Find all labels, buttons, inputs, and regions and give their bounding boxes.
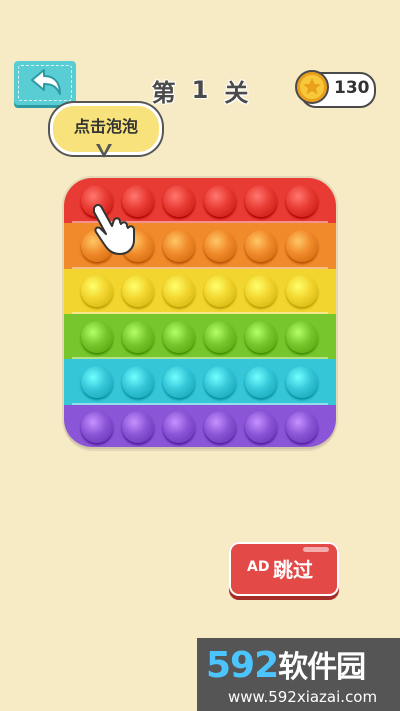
pop-bubble[interactable]: [122, 320, 154, 353]
pop-bubble[interactable]: [204, 275, 236, 308]
pop-bubble[interactable]: [122, 275, 154, 308]
pop-bubble[interactable]: [286, 275, 318, 308]
pointing-hand-icon: [93, 204, 135, 255]
pop-bubble[interactable]: [81, 320, 113, 353]
pop-bubble[interactable]: [245, 184, 277, 217]
hint-text: 点击泡泡: [73, 117, 138, 136]
board-row: [64, 268, 336, 314]
back-button[interactable]: [14, 61, 76, 105]
pop-bubble[interactable]: [245, 275, 277, 308]
level-number: 1: [191, 76, 209, 104]
coin-count: 130: [334, 78, 370, 98]
level-suffix: 关: [224, 78, 249, 107]
watermark-brand: 592软件园: [206, 645, 366, 686]
pop-bubble[interactable]: [81, 411, 113, 444]
pop-bubble[interactable]: [163, 411, 195, 444]
pop-bubble[interactable]: [204, 320, 236, 353]
pop-bubble[interactable]: [286, 320, 318, 353]
coin-star-icon: [295, 70, 329, 104]
pop-bubble[interactable]: [204, 411, 236, 444]
pop-bubble[interactable]: [163, 275, 195, 308]
pop-bubble[interactable]: [245, 411, 277, 444]
pop-bubble[interactable]: [163, 365, 195, 398]
ad-label: AD: [247, 559, 270, 575]
pop-bubble[interactable]: [122, 411, 154, 444]
skip-ad-button[interactable]: AD 跳过: [229, 542, 339, 596]
board-row: [64, 359, 336, 405]
watermark-url: www.592xiazai.com: [228, 688, 378, 706]
pop-bubble[interactable]: [81, 365, 113, 398]
pop-bubble[interactable]: [122, 365, 154, 398]
pop-bubble[interactable]: [245, 320, 277, 353]
level-title: 第 1 关: [140, 74, 260, 107]
pop-bubble[interactable]: [245, 229, 277, 262]
pop-bubble[interactable]: [286, 184, 318, 217]
skip-label: 跳过: [273, 558, 313, 582]
pop-bubble[interactable]: [286, 411, 318, 444]
level-prefix: 第: [151, 78, 176, 107]
pop-bubble[interactable]: [163, 229, 195, 262]
board-row: [64, 404, 336, 447]
pop-bubble[interactable]: [204, 229, 236, 262]
arrow-back-icon: [31, 69, 61, 95]
pop-bubble[interactable]: [163, 184, 195, 217]
pop-bubble[interactable]: [204, 184, 236, 217]
pop-bubble[interactable]: [163, 320, 195, 353]
pop-bubble[interactable]: [286, 365, 318, 398]
pop-bubble[interactable]: [245, 365, 277, 398]
pop-bubble[interactable]: [204, 365, 236, 398]
pop-bubble[interactable]: [286, 229, 318, 262]
board-row: [64, 314, 336, 360]
pop-bubble[interactable]: [81, 275, 113, 308]
